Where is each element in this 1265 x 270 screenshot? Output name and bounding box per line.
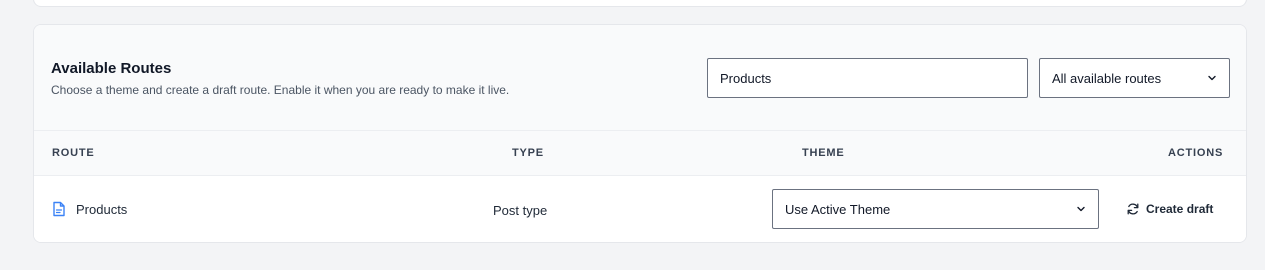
document-icon xyxy=(53,201,65,217)
route-search-input[interactable] xyxy=(707,58,1028,98)
available-routes-card: Available Routes Choose a theme and crea… xyxy=(33,24,1247,243)
column-header-type: TYPE xyxy=(512,147,544,159)
table-row: Products Post type Use Active Theme Crea… xyxy=(34,176,1246,242)
column-header-route: ROUTE xyxy=(52,147,95,159)
chevron-down-icon xyxy=(1077,206,1085,212)
create-draft-button[interactable]: Create draft xyxy=(1116,193,1224,225)
card-header: Available Routes Choose a theme and crea… xyxy=(34,25,1246,131)
column-header-actions: ACTIONS xyxy=(1168,147,1224,159)
route-filter-value: All available routes xyxy=(1052,70,1162,86)
section-title: Available Routes xyxy=(51,60,172,77)
route-filter-select[interactable]: All available routes xyxy=(1039,58,1230,98)
table-header: ROUTE TYPE THEME ACTIONS xyxy=(34,131,1246,176)
theme-select-value: Use Active Theme xyxy=(785,201,891,217)
column-header-theme: THEME xyxy=(802,147,845,159)
create-draft-label: Create draft xyxy=(1146,202,1214,216)
route-cell: Products xyxy=(52,201,127,217)
theme-select[interactable]: Use Active Theme xyxy=(772,189,1099,229)
section-subtitle: Choose a theme and create a draft route.… xyxy=(51,83,510,97)
route-name: Products xyxy=(76,201,128,217)
route-type: Post type xyxy=(493,203,548,218)
chevron-down-icon xyxy=(1208,75,1216,81)
previous-card xyxy=(33,0,1247,7)
refresh-icon xyxy=(1127,203,1139,215)
